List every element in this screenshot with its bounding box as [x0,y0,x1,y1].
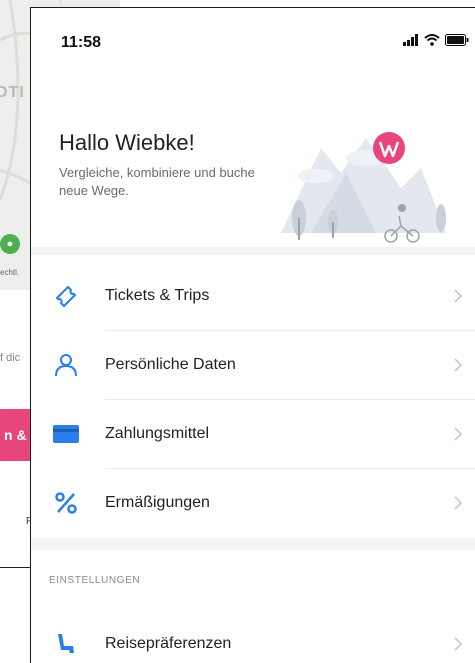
menu-label-payment: Zahlungsmittel [105,425,210,442]
chevron-right-icon [454,637,463,651]
chevron-right-icon [454,358,463,372]
menu-item-tickets[interactable]: Tickets & Trips [31,262,475,330]
menu-label-personal-data: Persönliche Daten [105,356,236,373]
menu-label-discounts: Ermäßigungen [105,494,210,511]
section-divider [31,538,475,550]
settings-section-title: EINSTELLUNGEN [49,575,141,586]
status-icons [403,34,469,46]
percent-icon [51,488,81,518]
status-time: 11:58 [61,34,102,51]
menu-item-payment[interactable]: Zahlungsmittel [31,400,475,468]
greeting-subtitle: Vergleiche, kombiniere und buche neue We… [59,165,255,198]
menu-item-discounts[interactable]: Ermäßigungen [31,469,475,537]
profile-header: Hallo Wiebke! Vergleiche, kombiniere und… [31,68,475,253]
chevron-right-icon [454,427,463,441]
profile-screen: 11:58 Hallo Wiebke! Vergleiche, kombinie… [30,7,475,663]
status-bar: 11:58 [31,8,475,68]
greeting-title: Hallo Wiebke! [59,130,195,155]
person-icon [51,350,81,380]
wifi-icon [424,34,440,46]
chevron-right-icon [454,289,463,303]
ticket-icon [51,281,81,311]
card-icon [51,419,81,449]
landscape-illustration [281,132,446,243]
section-divider [31,247,475,255]
seat-icon [51,629,81,659]
menu-label-travel-preferences: Reisepräferenzen [105,635,232,652]
battery-icon [445,34,469,46]
signal-icon [403,34,418,46]
menu-label-tickets: Tickets & Trips [105,287,210,304]
menu-item-personal-data[interactable]: Persönliche Daten [31,331,475,399]
chevron-right-icon [454,496,463,510]
menu-item-travel-preferences[interactable]: Reisepräferenzen [31,610,475,663]
